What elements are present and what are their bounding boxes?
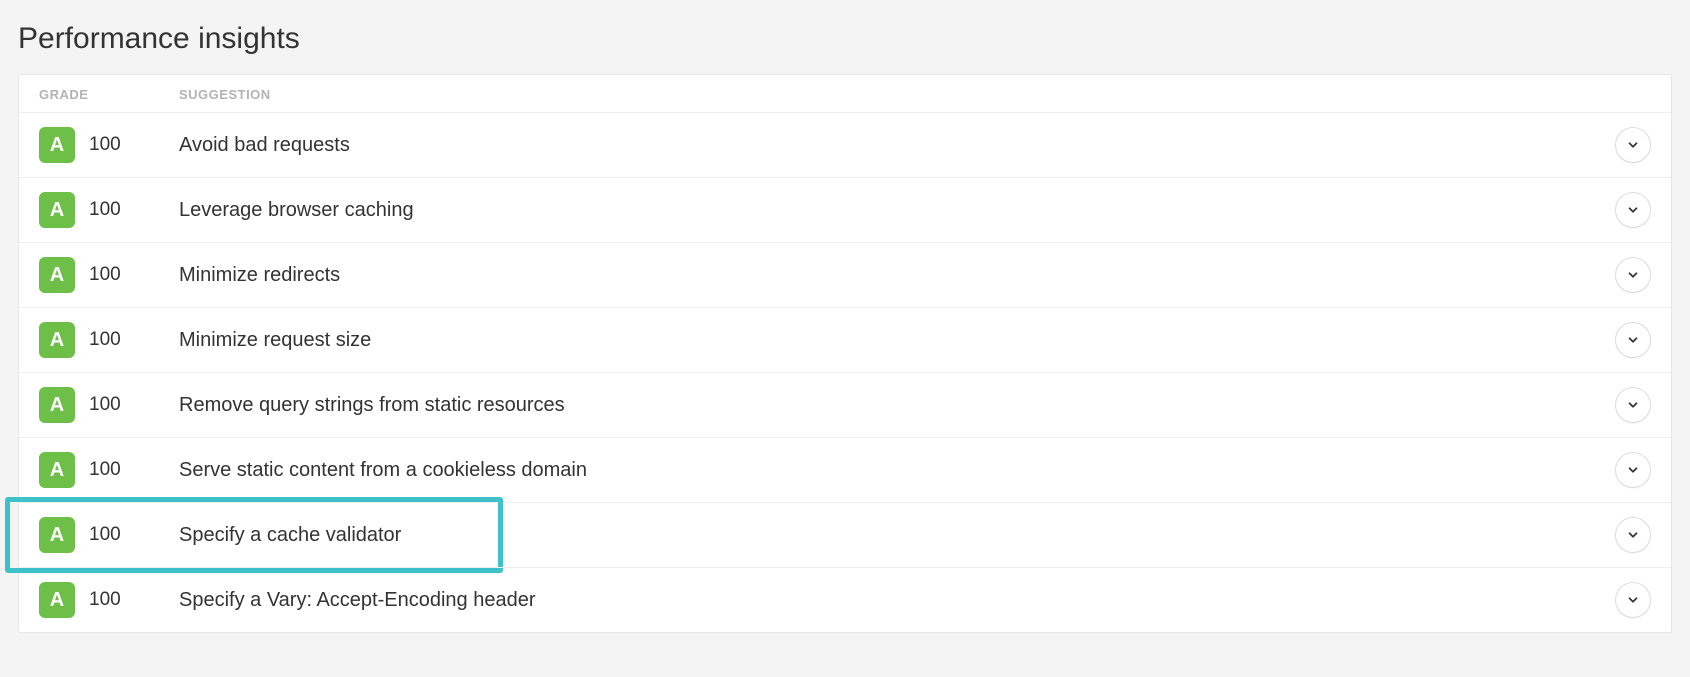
grade-badge: A — [39, 322, 75, 358]
grade-badge: A — [39, 387, 75, 423]
expand-button[interactable] — [1615, 517, 1651, 553]
table-header: GRADE SUGGESTION — [19, 75, 1671, 112]
suggestion-text: Minimize request size — [179, 329, 1615, 352]
column-header-suggestion: SUGGESTION — [179, 87, 1651, 102]
page-title: Performance insights — [18, 22, 1672, 56]
expand-button[interactable] — [1615, 257, 1651, 293]
grade-cell: A 100 — [39, 582, 179, 618]
chevron-down-icon — [1626, 268, 1640, 282]
grade-badge: A — [39, 582, 75, 618]
insight-row[interactable]: A 100 Minimize request size — [19, 307, 1671, 372]
grade-badge: A — [39, 192, 75, 228]
chevron-down-icon — [1626, 138, 1640, 152]
grade-score: 100 — [89, 459, 121, 481]
expand-button[interactable] — [1615, 127, 1651, 163]
insight-row[interactable]: A 100 Specify a cache validator — [19, 502, 1671, 567]
grade-score: 100 — [89, 589, 121, 611]
column-header-grade: GRADE — [39, 87, 179, 102]
chevron-down-icon — [1626, 463, 1640, 477]
grade-score: 100 — [89, 394, 121, 416]
grade-score: 100 — [89, 329, 121, 351]
insight-row[interactable]: A 100 Leverage browser caching — [19, 177, 1671, 242]
suggestion-text: Minimize redirects — [179, 264, 1615, 287]
suggestion-text: Remove query strings from static resourc… — [179, 394, 1615, 417]
grade-score: 100 — [89, 524, 121, 546]
grade-badge: A — [39, 257, 75, 293]
insight-row[interactable]: A 100 Serve static content from a cookiele… — [19, 437, 1671, 502]
expand-button[interactable] — [1615, 582, 1651, 618]
grade-cell: A 100 — [39, 387, 179, 423]
grade-cell: A 100 — [39, 517, 179, 553]
suggestion-text: Specify a cache validator — [179, 524, 1615, 547]
grade-score: 100 — [89, 134, 121, 156]
grade-cell: A 100 — [39, 322, 179, 358]
expand-button[interactable] — [1615, 192, 1651, 228]
expand-button[interactable] — [1615, 387, 1651, 423]
expand-button[interactable] — [1615, 322, 1651, 358]
suggestion-text: Leverage browser caching — [179, 199, 1615, 222]
chevron-down-icon — [1626, 333, 1640, 347]
chevron-down-icon — [1626, 203, 1640, 217]
suggestion-text: Specify a Vary: Accept-Encoding header — [179, 589, 1615, 612]
grade-badge: A — [39, 452, 75, 488]
chevron-down-icon — [1626, 398, 1640, 412]
grade-score: 100 — [89, 264, 121, 286]
suggestion-text: Avoid bad requests — [179, 134, 1615, 157]
chevron-down-icon — [1626, 528, 1640, 542]
chevron-down-icon — [1626, 593, 1640, 607]
grade-badge: A — [39, 127, 75, 163]
grade-cell: A 100 — [39, 127, 179, 163]
insight-row[interactable]: A 100 Avoid bad requests — [19, 112, 1671, 177]
insight-row[interactable]: A 100 Specify a Vary: Accept-Encoding head… — [19, 567, 1671, 632]
expand-button[interactable] — [1615, 452, 1651, 488]
grade-score: 100 — [89, 199, 121, 221]
insight-row[interactable]: A 100 Minimize redirects — [19, 242, 1671, 307]
grade-cell: A 100 — [39, 192, 179, 228]
grade-badge: A — [39, 517, 75, 553]
insights-panel: GRADE SUGGESTION A100Avoid bad requestsA… — [18, 74, 1672, 633]
insight-row[interactable]: A 100 Remove query strings from static res… — [19, 372, 1671, 437]
suggestion-text: Serve static content from a cookieless d… — [179, 459, 1615, 482]
grade-cell: A 100 — [39, 452, 179, 488]
grade-cell: A 100 — [39, 257, 179, 293]
